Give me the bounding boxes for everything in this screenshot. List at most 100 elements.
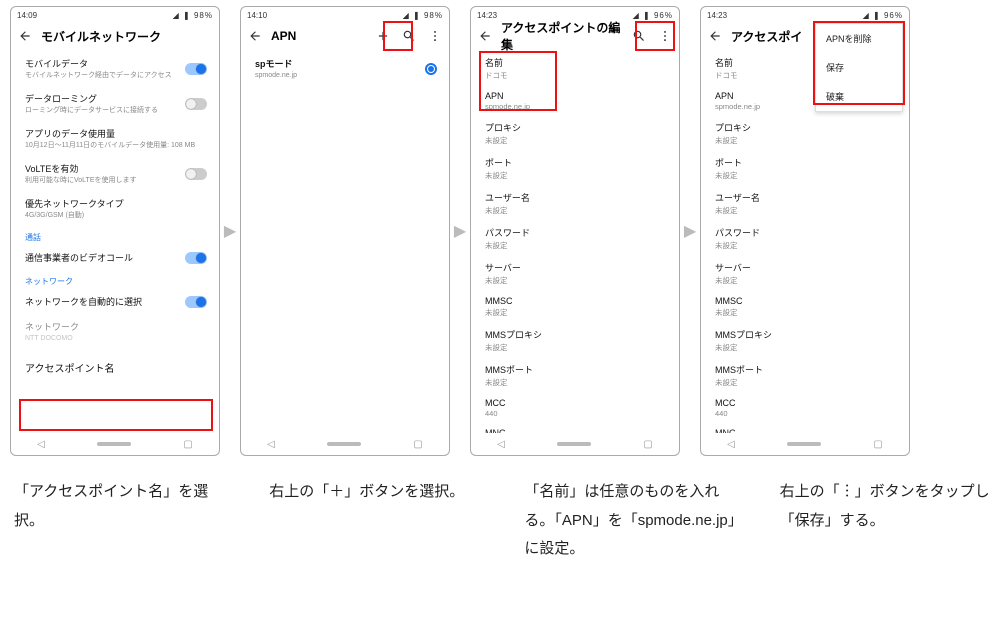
field-apn[interactable]: APNspmode.ne.jp [471,86,679,116]
caption-2: 右上の「＋」ボタンを選択。 [265,456,485,564]
screen-title: アクセスポイントの編集 [501,19,623,53]
nav-recent-icon[interactable]: ▢ [643,439,652,450]
back-icon[interactable] [475,26,495,46]
field-port[interactable]: ポート未設定 [471,151,679,186]
field-mcc[interactable]: MCC440 [701,393,909,423]
status-time: 14:10 [247,11,267,20]
toggle-on-icon[interactable] [185,63,207,75]
more-icon[interactable] [425,26,445,46]
status-icons: ◢ ❚ 96% [633,11,673,20]
field-pass[interactable]: パスワード未設定 [701,221,909,256]
field-mnc[interactable]: MNC [701,423,909,433]
search-icon[interactable] [399,26,419,46]
back-icon[interactable] [15,26,35,46]
field-user[interactable]: ユーザー名未設定 [471,186,679,221]
status-bar: 14:10 ◢ ❚ 98% [241,7,449,21]
nav-recent-icon[interactable]: ▢ [413,439,422,450]
item-network-type[interactable]: 優先ネットワークタイプ4G/3G/GSM (自動) [11,191,219,226]
nav-bar: ◁ ▢ [471,433,679,455]
app-bar: APN [241,21,449,51]
back-icon[interactable] [705,26,725,46]
nav-bar: ◁ ▢ [11,433,219,455]
arrow-icon: ▶ [680,6,700,456]
field-mmsport[interactable]: MMSポート未設定 [471,358,679,393]
nav-recent-icon[interactable]: ▢ [183,439,192,450]
nav-home-icon[interactable] [327,442,361,446]
status-bar: 14:23 ◢ ❚ 96% [701,7,909,21]
nav-bar: ◁ ▢ [241,433,449,455]
field-mmsproxy[interactable]: MMSプロキシ未設定 [701,323,909,358]
screen2-col: 14:10 ◢ ❚ 98% APN spモ [240,6,450,456]
item-mobile-data[interactable]: モバイルデータモバイルネットワーク経由でデータにアクセス [11,51,219,86]
section-network: ネットワーク [11,270,219,289]
status-time: 14:09 [17,11,37,20]
screen-title: APN [271,29,367,43]
nav-home-icon[interactable] [557,442,591,446]
apn-fields: 名前ドコモ APNspmode.ne.jp プロキシ未設定 ポート未設定 ユーザ… [471,51,679,433]
field-port[interactable]: ポート未設定 [701,151,909,186]
menu-discard[interactable]: 破棄 [816,82,902,111]
caption-4: 右上の「︙」ボタンをタップし「保存」する。 [776,456,996,564]
status-icons: ◢ ❚ 98% [173,11,213,20]
field-user[interactable]: ユーザー名未設定 [701,186,909,221]
field-mnc[interactable]: MNC [471,423,679,433]
field-proxy[interactable]: プロキシ未設定 [701,116,909,151]
toggle-off-icon[interactable] [185,98,207,110]
screen4-col: 14:23 ◢ ❚ 96% アクセスポイ 名前ドコモ APNspmode.ne.… [700,6,910,456]
plus-icon[interactable] [373,26,393,46]
apn-list: spモードspmode.ne.jp [241,51,449,433]
item-video-call[interactable]: 通信事業者のビデオコール [11,245,219,270]
item-apn[interactable]: アクセスポイント名 [11,350,219,385]
nav-home-icon[interactable] [97,442,131,446]
field-server[interactable]: サーバー未設定 [471,256,679,291]
toggle-off-icon[interactable] [185,168,207,180]
nav-recent-icon[interactable]: ▢ [873,439,882,450]
screen-title: モバイルネットワーク [41,28,215,45]
field-mmsc[interactable]: MMSC未設定 [701,291,909,323]
menu-save[interactable]: 保存 [816,53,902,82]
screens-row: 14:09 ◢ ❚ 98% モバイルネットワーク モバイルデータモバイルネットワ… [0,0,1000,456]
item-network[interactable]: ネットワークNTT DOCOMO [11,314,219,349]
status-icons: ◢ ❚ 98% [403,11,443,20]
toggle-on-icon[interactable] [185,296,207,308]
phone-3: 14:23 ◢ ❚ 96% アクセスポイントの編集 名前ドコモ APNspmod… [470,6,680,456]
section-call: 通話 [11,226,219,245]
nav-home-icon[interactable] [787,442,821,446]
item-roaming[interactable]: データローミングローミング時にデータサービスに接続する [11,86,219,121]
phone-2: 14:10 ◢ ❚ 98% APN spモ [240,6,450,456]
screen3-col: 14:23 ◢ ❚ 96% アクセスポイントの編集 名前ドコモ APNspmod… [470,6,680,456]
status-time: 14:23 [707,11,727,20]
field-proxy[interactable]: プロキシ未設定 [471,116,679,151]
field-pass[interactable]: パスワード未設定 [471,221,679,256]
overflow-menu: APNを削除 保存 破棄 [815,23,903,112]
screen1-col: 14:09 ◢ ❚ 98% モバイルネットワーク モバイルデータモバイルネットワ… [10,6,220,456]
nav-back-icon[interactable]: ◁ [497,439,505,450]
nav-bar: ◁ ▢ [701,433,909,455]
arrow-icon: ▶ [220,6,240,456]
apn-row[interactable]: spモードspmode.ne.jp [241,51,449,86]
menu-delete-apn[interactable]: APNを削除 [816,24,902,53]
nav-back-icon[interactable]: ◁ [37,439,45,450]
item-auto-select[interactable]: ネットワークを自動的に選択 [11,289,219,314]
settings-list: モバイルデータモバイルネットワーク経由でデータにアクセス データローミングローミ… [11,51,219,433]
arrow-icon: ▶ [450,6,470,456]
phone-1: 14:09 ◢ ❚ 98% モバイルネットワーク モバイルデータモバイルネットワ… [10,6,220,456]
field-name[interactable]: 名前ドコモ [471,51,679,86]
radio-selected-icon[interactable] [425,63,437,75]
app-bar: モバイルネットワーク [11,21,219,51]
nav-back-icon[interactable]: ◁ [727,439,735,450]
field-mmsport[interactable]: MMSポート未設定 [701,358,909,393]
nav-back-icon[interactable]: ◁ [267,439,275,450]
captions-row: 「アクセスポイント名」を選択。 右上の「＋」ボタンを選択。 「名前」は任意のもの… [0,456,1000,564]
more-icon[interactable] [655,26,675,46]
field-mmsc[interactable]: MMSC未設定 [471,291,679,323]
field-mmsproxy[interactable]: MMSプロキシ未設定 [471,323,679,358]
field-server[interactable]: サーバー未設定 [701,256,909,291]
item-volte[interactable]: VoLTEを有効利用可能な時にVoLTEを使用します [11,156,219,191]
phone-4: 14:23 ◢ ❚ 96% アクセスポイ 名前ドコモ APNspmode.ne.… [700,6,910,456]
field-mcc[interactable]: MCC440 [471,393,679,423]
item-data-usage[interactable]: アプリのデータ使用量10月12日～11月11日のモバイルデータ使用量: 108 … [11,121,219,156]
toggle-on-icon[interactable] [185,252,207,264]
search-icon[interactable] [629,26,649,46]
back-icon[interactable] [245,26,265,46]
